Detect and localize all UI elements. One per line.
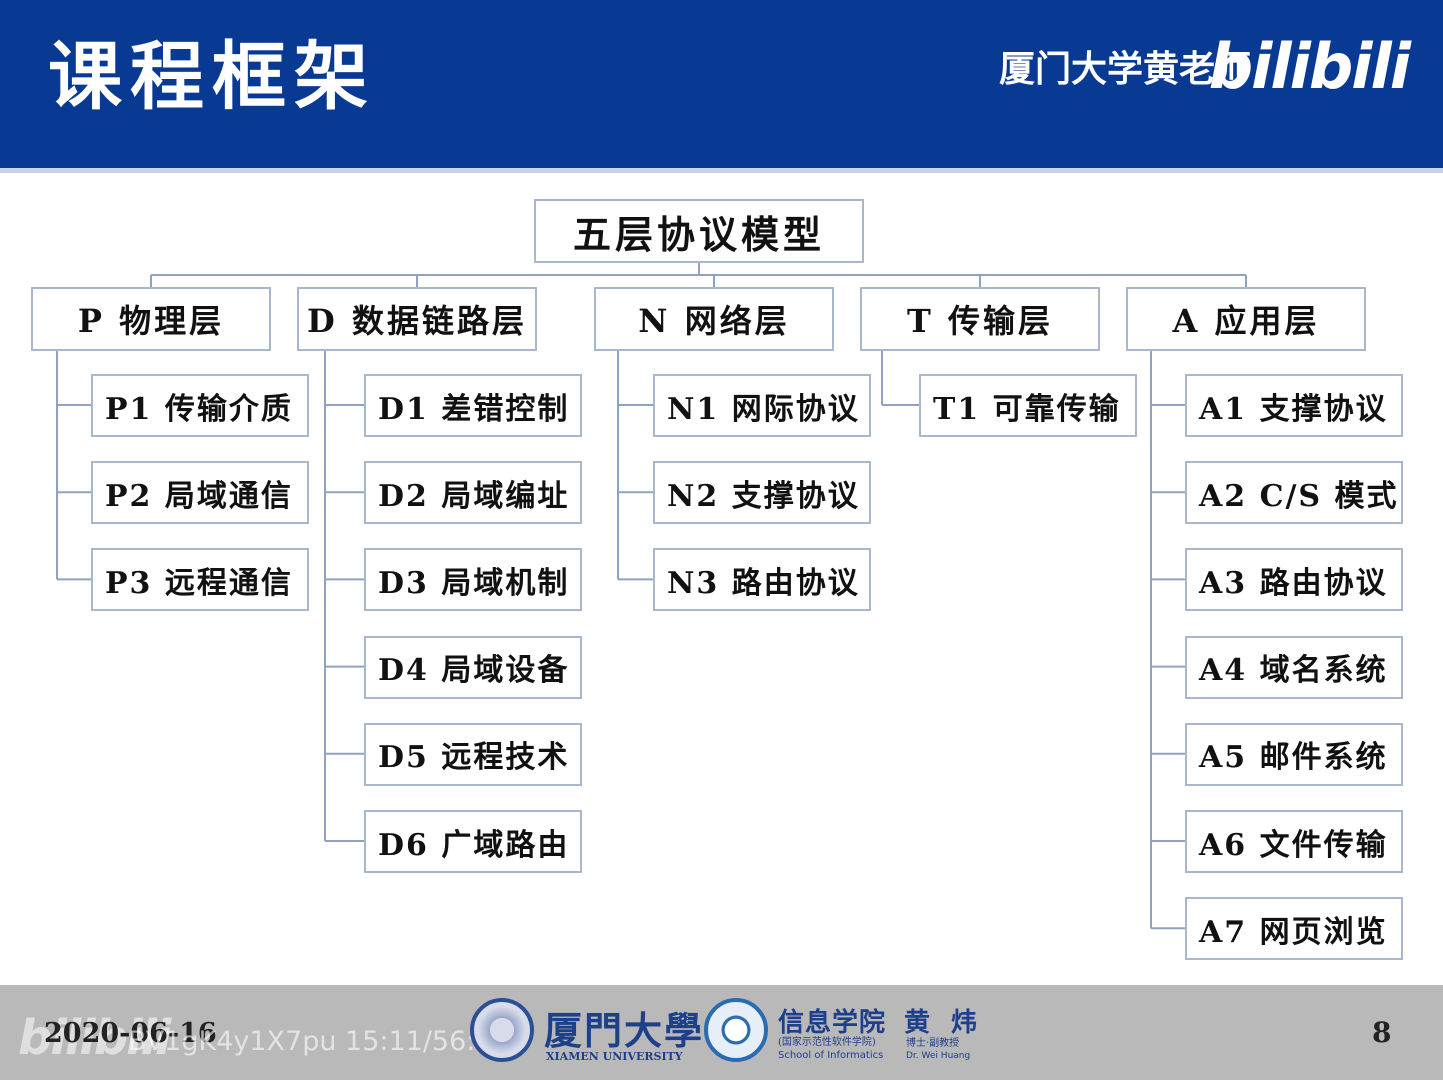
item-node: A6 文件传输 — [1185, 810, 1403, 873]
root-node: 五层协议模型 — [534, 199, 864, 263]
layer-node: T 传输层 — [860, 287, 1100, 351]
item-node: N2 支撑协议 — [653, 461, 871, 525]
university-name-en: XIAMEN UNIVERSITY — [546, 1050, 683, 1063]
professor-title: 博士·副教授 — [906, 1038, 960, 1049]
xmu-seal-icon — [470, 998, 534, 1062]
item-node: D6 广域路由 — [364, 810, 582, 873]
item-node: P1 传输介质 — [91, 374, 309, 437]
item-node: D1 差错控制 — [364, 374, 582, 437]
layer-node: N 网络层 — [594, 287, 834, 351]
school-name-en: School of Informatics — [778, 1050, 884, 1061]
item-node: N3 路由协议 — [653, 548, 871, 612]
page-number: 8 — [1372, 1016, 1392, 1049]
item-node: P2 局域通信 — [91, 461, 309, 525]
item-node: A3 路由协议 — [1185, 548, 1403, 612]
layer-node: D 数据链路层 — [297, 287, 537, 351]
video-id-timestamp: BV1gK4y1X7pu 15:11/56:54 — [128, 1026, 510, 1057]
item-node: A4 域名系统 — [1185, 635, 1403, 699]
item-node: N1 网际协议 — [653, 374, 871, 437]
layer-node: A 应用层 — [1126, 287, 1366, 351]
item-node: A2 C/S 模式 — [1185, 461, 1403, 525]
item-node: D5 远程技术 — [364, 722, 582, 786]
school-subtitle: (国家示范性软件学院) — [778, 1037, 876, 1048]
school-logo-icon — [704, 998, 768, 1062]
item-node: T1 可靠传输 — [919, 374, 1137, 437]
university-name-cn: 厦門大學 — [544, 1008, 705, 1053]
item-node: A1 支撑协议 — [1185, 374, 1403, 437]
layer-node: P 物理层 — [31, 287, 271, 351]
professor-name-en: Dr. Wei Huang — [906, 1051, 971, 1061]
item-node: D4 局域设备 — [364, 635, 582, 699]
item-node: P3 远程通信 — [91, 548, 309, 612]
item-node: A7 网页浏览 — [1185, 897, 1403, 961]
item-node: D2 局域编址 — [364, 461, 582, 525]
item-node: A5 邮件系统 — [1185, 722, 1403, 786]
item-node: D3 局域机制 — [364, 548, 582, 612]
